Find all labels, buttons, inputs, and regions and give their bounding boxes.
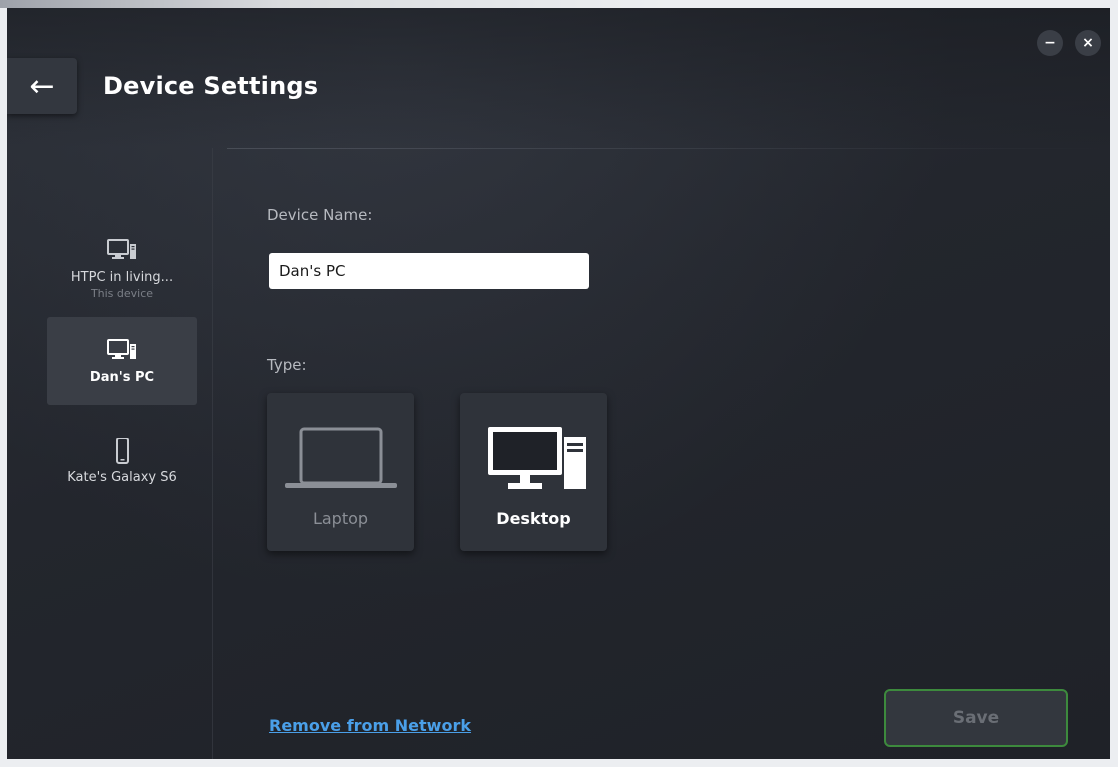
close-button[interactable]: × — [1075, 30, 1101, 56]
device-settings-window: ← Device Settings − × HTPC in living... … — [7, 8, 1110, 759]
remove-from-network-link[interactable]: Remove from Network — [269, 716, 471, 735]
sidebar-divider — [212, 148, 213, 759]
minimize-icon: − — [1044, 35, 1056, 51]
save-button[interactable]: Save — [884, 689, 1068, 747]
sidebar-item-dans-pc[interactable]: Dan's PC — [47, 317, 197, 405]
sidebar-item-label: HTPC in living... — [70, 270, 174, 285]
minimize-button[interactable]: − — [1037, 30, 1063, 56]
desktop-icon — [107, 239, 136, 259]
type-option-laptop[interactable]: Laptop — [267, 393, 414, 551]
device-name-label: Device Name: — [267, 206, 373, 224]
this-device-label: This device — [90, 287, 154, 300]
close-icon: × — [1082, 35, 1094, 51]
sidebar-item-label: Dan's PC — [89, 369, 155, 385]
back-arrow-icon: ← — [29, 68, 55, 104]
type-label: Type: — [267, 356, 307, 374]
phone-icon — [116, 437, 129, 464]
type-option-desktop[interactable]: Desktop — [460, 393, 607, 551]
sidebar-item-label: Kate's Galaxy S6 — [67, 469, 177, 485]
sidebar-item-htpc[interactable]: HTPC in living... This device — [47, 225, 197, 313]
back-button[interactable]: ← — [7, 58, 77, 114]
window-top-strip — [0, 0, 1118, 8]
desktop-icon — [107, 338, 136, 359]
device-name-input[interactable] — [269, 253, 589, 289]
desktop-icon — [487, 427, 586, 489]
page-title: Device Settings — [103, 72, 319, 100]
type-option-label: Laptop — [312, 509, 369, 528]
laptop-icon — [284, 427, 397, 488]
type-option-label: Desktop — [496, 509, 571, 528]
sidebar-item-kates-galaxy[interactable]: Kate's Galaxy S6 — [47, 417, 197, 505]
header-divider — [227, 148, 1107, 149]
